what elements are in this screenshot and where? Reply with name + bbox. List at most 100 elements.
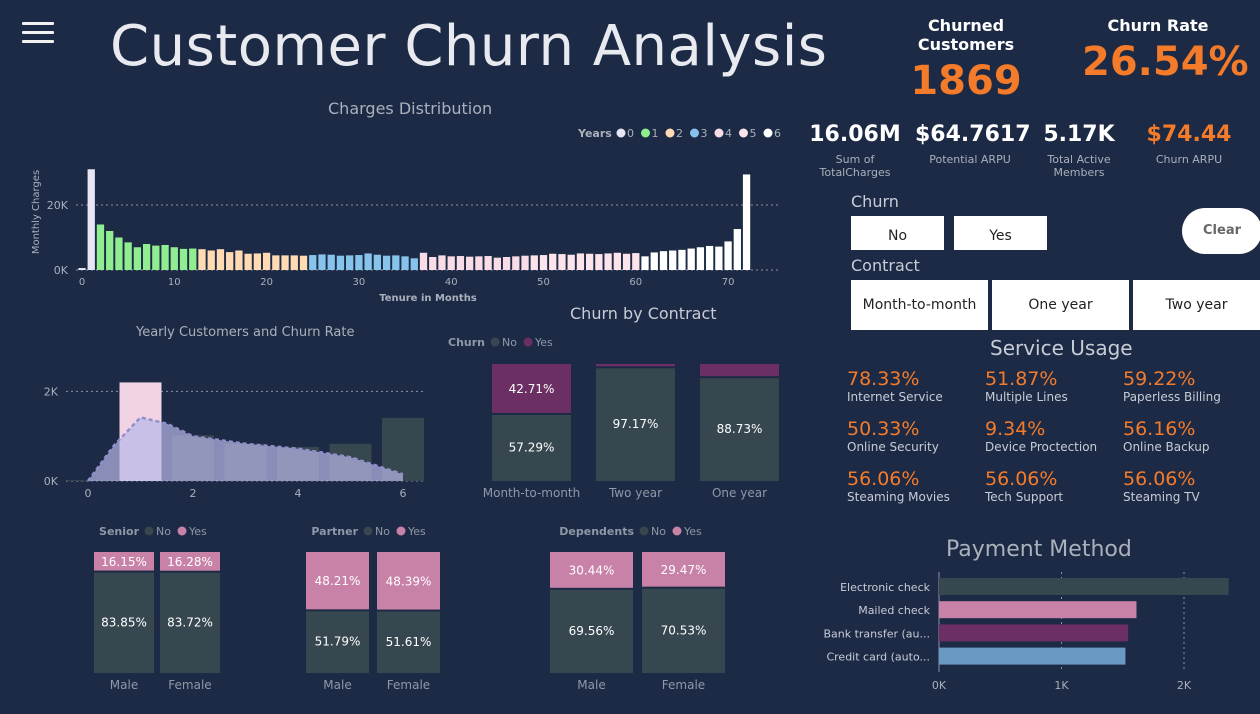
charges-bar — [558, 254, 566, 270]
charges-bar — [669, 250, 677, 270]
legend-swatch — [739, 128, 748, 138]
charges-bar — [456, 256, 465, 270]
x-tick-label: 30 — [353, 277, 366, 288]
legend-swatch-yes — [523, 337, 533, 347]
x-tick-label: 0 — [85, 487, 92, 500]
x-tick-label: 70 — [722, 277, 735, 288]
charges-bar — [392, 255, 400, 270]
legend-label: 1 — [652, 127, 659, 140]
legend-label: Yes — [188, 525, 207, 538]
charges-bar — [216, 249, 225, 270]
y-tick-label: 20K — [47, 199, 69, 212]
yes-segment — [596, 364, 675, 367]
charts-canvas: 0K20K0 10 20 30 40 50 60 70Tenure in MonthsMont… — [31, 127, 1229, 692]
charges-bar — [401, 256, 409, 270]
charges-bar — [253, 253, 262, 270]
charges-bar — [272, 255, 280, 270]
charges-bar — [96, 224, 105, 270]
charges-bar — [78, 268, 86, 270]
x-tick-label: 0K — [932, 679, 947, 692]
charges-bar — [576, 253, 585, 270]
x-tick-label: 0 — [79, 277, 85, 288]
category-label: Male — [110, 678, 138, 692]
senior-chart: Senior No Yes 16.15% 83.85% Male 16.28% 83.72% F… — [94, 525, 220, 692]
charges-bar — [595, 254, 603, 270]
payment-bar — [939, 601, 1137, 619]
x-tick-label: 2K — [1177, 679, 1192, 692]
legend-title: Senior — [99, 525, 140, 538]
charges-bar — [733, 229, 741, 270]
no-data-label: 97.17% — [613, 417, 659, 431]
charges-bar — [87, 169, 95, 270]
charges-bar — [678, 249, 686, 270]
yes-data-label: 30.44% — [569, 563, 615, 577]
legend-swatch — [714, 128, 724, 138]
charges-bar — [299, 255, 308, 270]
charges-bar — [226, 252, 234, 270]
charges-bar — [346, 255, 354, 270]
legend-swatch-no — [363, 526, 373, 536]
legend-title: Churn — [448, 336, 485, 349]
no-data-label: 57.29% — [509, 440, 555, 454]
charges-bar — [438, 255, 446, 270]
y-tick-label: 2K — [44, 385, 59, 398]
charges-bar — [106, 231, 114, 270]
charges-bar — [429, 257, 437, 270]
category-label: Month-to-month — [483, 486, 581, 500]
legend-label: Yes — [534, 336, 553, 349]
legend-label: 3 — [701, 127, 708, 140]
payment-bar — [939, 578, 1229, 595]
charges-bar — [262, 252, 271, 270]
charges-bar — [705, 245, 714, 270]
category-label: Female — [168, 678, 211, 692]
charges-bar — [142, 244, 151, 270]
payment-method-chart: Electronic check Mailed check Bank transfe… — [823, 572, 1229, 692]
no-data-label: 51.79% — [315, 635, 361, 649]
charges-bar — [189, 248, 197, 270]
no-data-label: 88.73% — [717, 422, 763, 436]
legend-title: Partner — [311, 525, 358, 538]
yes-data-label: 48.39% — [386, 574, 432, 588]
y-axis-label: Monthly Charges — [31, 170, 42, 254]
charges-bar — [447, 256, 455, 270]
legend-swatch — [616, 128, 626, 138]
charges-bar — [124, 242, 132, 270]
legend-swatch — [665, 128, 675, 138]
charges-bar — [604, 253, 612, 270]
charges-bar — [133, 247, 142, 270]
yes-data-label: 42.71% — [509, 382, 555, 396]
legend-swatch-no — [490, 337, 500, 347]
x-axis-label: Tenure in Months — [379, 293, 477, 304]
category-label: One year — [712, 486, 767, 500]
x-tick-label: 1K — [1054, 679, 1069, 692]
x-tick-label: 50 — [537, 277, 550, 288]
charges-bar — [364, 253, 372, 270]
charges-bar — [622, 253, 631, 270]
legend-swatch — [690, 128, 699, 138]
no-data-label: 83.85% — [101, 615, 147, 629]
dependents-chart: Dependents No Yes 30.44% 69.56% Male 29.47% 70.… — [550, 525, 725, 692]
yes-data-label: 16.28% — [167, 555, 213, 569]
x-tick-label: 6 — [400, 487, 407, 500]
legend-label: 2 — [676, 127, 683, 140]
charges-bar — [244, 253, 252, 270]
charges-bar — [419, 252, 428, 270]
legend-title: Dependents — [559, 525, 634, 538]
x-tick-label: 40 — [445, 277, 458, 288]
charges-bar — [586, 253, 594, 270]
no-data-label: 70.53% — [661, 623, 707, 637]
legend-label: 0 — [627, 127, 634, 140]
legend-swatch — [641, 128, 650, 138]
charges-bar — [659, 251, 668, 270]
category-label: Two year — [608, 486, 662, 500]
payment-bar — [939, 647, 1126, 665]
legend-label: 5 — [750, 127, 757, 140]
no-data-label: 83.72% — [167, 615, 213, 629]
legend-label: Yes — [683, 525, 702, 538]
charges-bar — [539, 255, 548, 270]
charges-bar — [198, 249, 206, 270]
legend-swatch-yes — [177, 526, 187, 536]
charges-bar — [484, 256, 492, 270]
charges-bar — [475, 256, 483, 270]
charges-distribution-chart: 0K20K0 10 20 30 40 50 60 70Tenure in MonthsMont… — [31, 127, 781, 304]
